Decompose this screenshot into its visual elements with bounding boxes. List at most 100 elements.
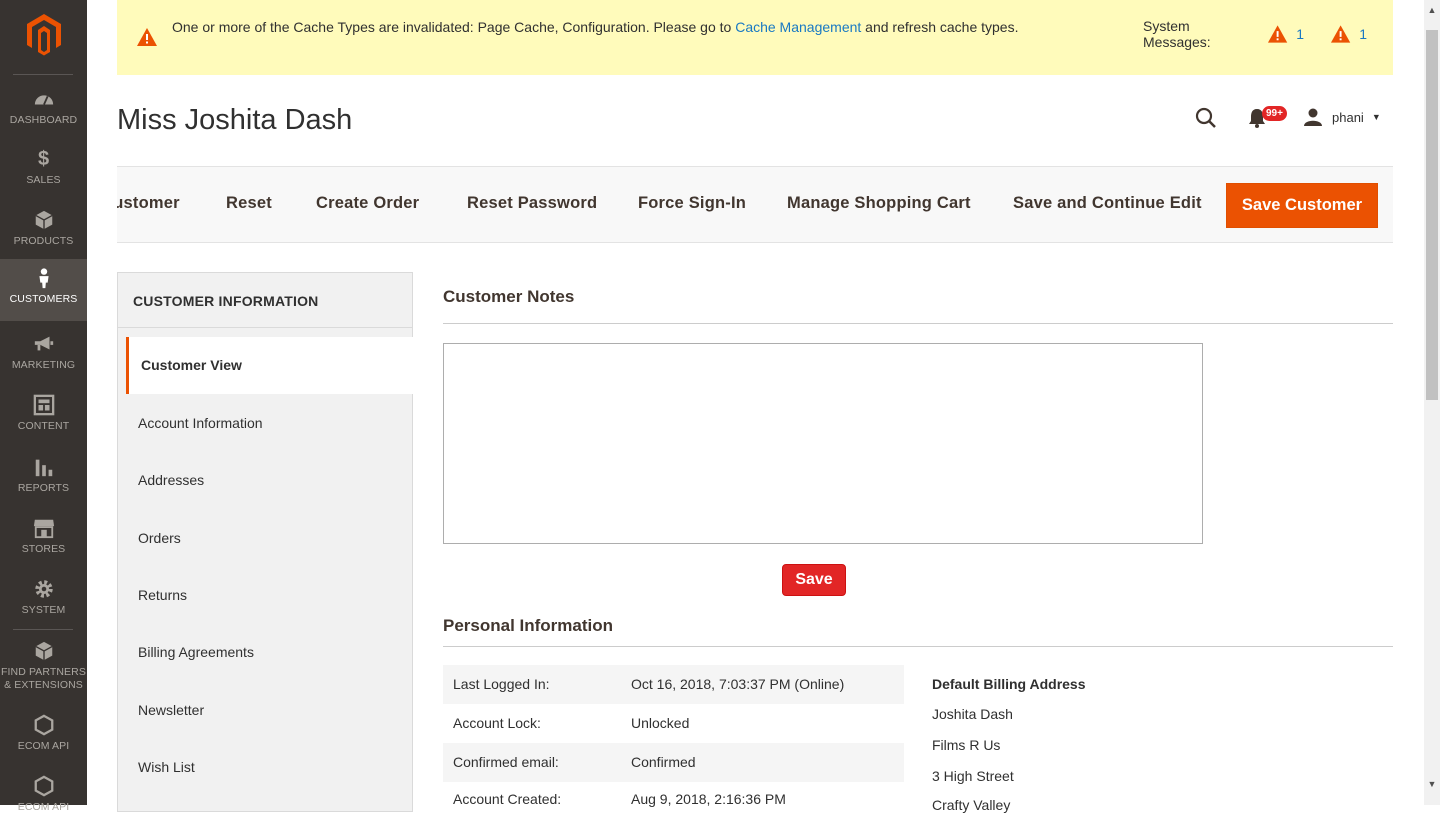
section-divider (443, 646, 1393, 647)
info-value: Oct 16, 2018, 7:03:37 PM (Online) (631, 676, 845, 692)
cache-message: One or more of the Cache Types are inval… (172, 18, 1022, 37)
sidebar-item-ecom-api-2[interactable]: ECOM API (0, 775, 87, 837)
person-icon (38, 268, 49, 289)
system-messages: System Messages: 1 1 (1143, 18, 1393, 50)
customer-notes-title: Customer Notes (443, 287, 575, 306)
sidebar-item-label: FIND PARTNERS & EXTENSIONS (1, 666, 86, 691)
sidebar-item-label: SYSTEM (21, 604, 66, 616)
sidebar-item-customers[interactable]: CUSTOMERS (0, 259, 87, 321)
address-line: Crafty Valley (932, 797, 1011, 813)
info-label: Account Lock: (453, 715, 541, 731)
customer-notes-input[interactable] (443, 343, 1203, 544)
page-actions-toolbar: e Customer Reset Create Order Reset Pass… (117, 166, 1393, 243)
user-menu[interactable]: phani ▼ (1303, 107, 1381, 127)
page-title: Miss Joshita Dash (117, 104, 353, 136)
message-text: and refresh cache types. (861, 19, 1019, 35)
tab-billing-agreements[interactable]: Billing Agreements (126, 624, 413, 681)
magento-logo-icon[interactable] (24, 12, 64, 56)
sidebar-item-label: MARKETING (11, 359, 76, 371)
delete-customer-button[interactable]: e Customer (117, 194, 180, 213)
reset-password-button[interactable]: Reset Password (467, 194, 597, 213)
warning-icon[interactable] (1267, 24, 1288, 44)
scrollbar-thumb[interactable] (1426, 30, 1438, 400)
gear-icon (34, 580, 53, 598)
chevron-down-icon: ▼ (1371, 112, 1381, 122)
info-row: Account Created: Aug 9, 2018, 2:16:36 PM (443, 780, 904, 819)
sidebar-item-find-partners[interactable]: FIND PARTNERS & EXTENSIONS (0, 640, 87, 696)
tab-newsletter[interactable]: Newsletter (126, 682, 413, 739)
sidebar-item-sales[interactable]: $ SALES (0, 148, 87, 210)
save-continue-button[interactable]: Save and Continue Edit (1013, 194, 1202, 213)
scroll-up-icon[interactable]: ▲ (1426, 4, 1438, 16)
info-row: Confirmed email: Confirmed (443, 743, 904, 782)
sidebar-item-system[interactable]: SYSTEM (0, 578, 87, 640)
tab-customer-view[interactable]: Customer View (126, 337, 413, 394)
sidebar-item-label: REPORTS (17, 482, 70, 494)
sidebar-divider (13, 74, 73, 75)
layout-icon (33, 394, 54, 416)
sidebar-item-ecom-api[interactable]: ECOM API (0, 714, 87, 776)
critical-count[interactable]: 1 (1296, 26, 1304, 42)
info-row: Account Lock: Unlocked (443, 704, 904, 743)
sidebar-item-label: DASHBOARD (9, 114, 78, 126)
sidebar-item-reports[interactable]: REPORTS (0, 456, 87, 518)
address-line: 3 High Street (932, 768, 1014, 784)
sidebar-item-label: CONTENT (17, 420, 70, 432)
address-line: Joshita Dash (932, 706, 1013, 722)
sidebar-item-stores[interactable]: STORES (0, 517, 87, 579)
tab-addresses[interactable]: Addresses (126, 452, 413, 509)
sidebar: DASHBOARD $ SALES PRODUCTS CUSTOMERS MAR… (0, 0, 87, 813)
cube-icon (34, 210, 53, 230)
major-count[interactable]: 1 (1359, 26, 1367, 42)
bar-chart-icon (35, 459, 52, 477)
message-text: One or more of the Cache Types are inval… (172, 19, 736, 35)
info-value: Unlocked (631, 715, 690, 731)
system-messages-label: System Messages: (1143, 18, 1211, 50)
user-icon (1304, 108, 1322, 126)
tab-account-information[interactable]: Account Information (126, 395, 413, 452)
sidebar-item-label: SALES (26, 174, 61, 186)
billing-address-title: Default Billing Address (932, 676, 1086, 692)
store-icon (33, 519, 54, 539)
info-label: Confirmed email: (453, 754, 559, 770)
sidebar-item-content[interactable]: CONTENT (0, 394, 87, 456)
megaphone-icon (34, 336, 53, 351)
address-line: Films R Us (932, 737, 1001, 753)
sidebar-divider (13, 629, 73, 630)
info-value: Confirmed (631, 754, 696, 770)
personal-info-title: Personal Information (443, 616, 614, 635)
sidebar-item-label: ECOM API (17, 740, 70, 752)
warning-icon[interactable] (1330, 24, 1351, 44)
tab-wish-list[interactable]: Wish List (126, 739, 413, 796)
username: phani (1332, 109, 1364, 125)
notification-badge[interactable]: 99+ (1262, 106, 1287, 121)
save-notes-button[interactable]: Save (782, 564, 846, 596)
dashboard-icon (34, 95, 53, 105)
sidebar-item-label: STORES (21, 543, 66, 555)
tab-returns[interactable]: Returns (126, 567, 413, 624)
manage-shopping-cart-button[interactable]: Manage Shopping Cart (787, 194, 971, 213)
sidebar-item-label: PRODUCTS (13, 235, 74, 247)
system-message-bar: One or more of the Cache Types are inval… (117, 0, 1393, 75)
info-row: Last Logged In: Oct 16, 2018, 7:03:37 PM… (443, 665, 904, 704)
box-icon (34, 641, 53, 661)
tab-orders[interactable]: Orders (126, 510, 413, 567)
search-icon[interactable] (1195, 107, 1217, 129)
sidebar-item-label: ECOM API (17, 801, 70, 813)
save-customer-button[interactable]: Save Customer (1226, 183, 1378, 228)
dollar-icon: $ (37, 148, 50, 170)
info-label: Last Logged In: (453, 676, 550, 692)
hexagon-icon (34, 775, 53, 797)
sidebar-item-marketing[interactable]: MARKETING (0, 333, 87, 395)
sidebar-item-dashboard[interactable]: DASHBOARD (0, 88, 87, 150)
create-order-button[interactable]: Create Order (316, 194, 419, 213)
warning-icon (137, 28, 157, 46)
hexagon-icon (34, 714, 53, 736)
scroll-down-icon[interactable]: ▼ (1426, 778, 1438, 790)
customer-info-tabs: CUSTOMER INFORMATION Customer View Accou… (117, 272, 413, 812)
force-signin-button[interactable]: Force Sign-In (638, 194, 746, 213)
cache-management-link[interactable]: Cache Management (735, 19, 861, 35)
sidebar-item-label: CUSTOMERS (9, 293, 78, 305)
reset-button[interactable]: Reset (226, 194, 272, 213)
tabs-title: CUSTOMER INFORMATION (118, 273, 412, 328)
